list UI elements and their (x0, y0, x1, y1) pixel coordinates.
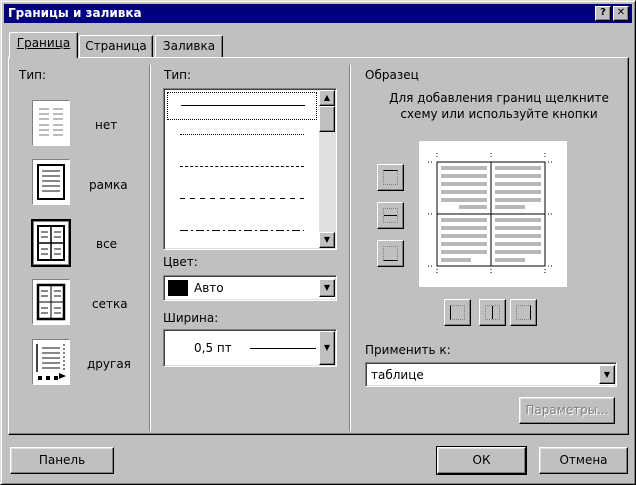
border-top-button[interactable] (377, 164, 404, 191)
line-style-solid (181, 105, 305, 106)
separator-left (149, 65, 151, 431)
arrow-down-icon: ▼ (323, 235, 331, 244)
color-dropdown-button[interactable]: ▼ (319, 279, 335, 297)
border-right-icon (516, 305, 531, 320)
setting-grid-icon[interactable] (32, 279, 70, 325)
preview-heading: Образец (365, 68, 419, 82)
chevron-down-icon: ▼ (323, 343, 331, 352)
line-style-item-selected[interactable] (167, 92, 317, 120)
preview-hint: Для добавления границ щелкните схему или… (389, 91, 609, 121)
scroll-up-button[interactable]: ▲ (319, 90, 335, 106)
help-button[interactable]: ? (595, 6, 611, 21)
tab-page[interactable]: Страница (79, 35, 153, 58)
setting-all-icon[interactable] (31, 219, 71, 267)
tab-shading[interactable]: Заливка (155, 35, 223, 58)
apply-to-dropdown-button[interactable]: ▼ (599, 365, 615, 384)
width-sample-line (250, 348, 316, 349)
style-heading: Тип: (164, 68, 192, 82)
setting-box-label[interactable]: рамка (89, 178, 128, 192)
width-value: 0,5 пт (194, 341, 232, 355)
border-inside-vertical-icon (485, 305, 500, 320)
border-bottom-button[interactable] (377, 240, 404, 267)
close-icon: ✕ (616, 7, 626, 18)
separator-right (349, 65, 351, 431)
color-label: Цвет: (163, 255, 198, 269)
color-value: Авто (194, 281, 224, 295)
line-style-scrollbar[interactable]: ▲ ▼ (319, 90, 335, 248)
setting-box-icon[interactable] (32, 159, 70, 205)
arrow-up-icon: ▲ (323, 93, 331, 102)
tab-border[interactable]: Граница (9, 32, 78, 58)
preview-diagram[interactable] (419, 141, 567, 287)
close-button[interactable]: ✕ (613, 6, 629, 21)
width-label: Ширина: (163, 311, 219, 325)
scroll-thumb[interactable] (319, 106, 335, 132)
borders-shading-dialog: Границы и заливка ? ✕ Граница Страница З… (0, 0, 636, 485)
border-bottom-icon (383, 246, 398, 261)
width-select[interactable]: 0,5 пт ▼ (163, 329, 337, 367)
setting-grid-label[interactable]: сетка (92, 297, 128, 311)
border-inside-horizontal-icon (383, 208, 398, 223)
color-select[interactable]: Авто ▼ (163, 275, 337, 301)
setting-custom-label[interactable]: другая (87, 357, 131, 371)
border-inside-horizontal-button[interactable] (377, 202, 404, 229)
border-right-button[interactable] (510, 299, 537, 326)
setting-none-icon[interactable] (32, 100, 70, 146)
cancel-button[interactable]: Отмена (539, 447, 628, 474)
line-style-list[interactable]: ▲ ▼ (163, 88, 337, 250)
scroll-down-button[interactable]: ▼ (319, 232, 335, 248)
ok-button[interactable]: ОК (436, 446, 527, 475)
border-inside-vertical-button[interactable] (479, 299, 506, 326)
options-button[interactable]: Параметры... (519, 397, 615, 424)
color-swatch (168, 280, 188, 296)
chevron-down-icon: ▼ (323, 283, 331, 292)
border-top-icon (383, 170, 398, 185)
apply-to-value: таблице (371, 368, 424, 382)
chevron-down-icon: ▼ (603, 370, 611, 379)
setting-custom-icon[interactable] (32, 339, 70, 385)
tab-page-label: Страница (85, 39, 147, 53)
line-style-dotted[interactable] (180, 134, 304, 135)
border-left-icon (450, 305, 465, 320)
apply-to-select[interactable]: таблице ▼ (365, 362, 617, 387)
setting-heading: Тип: (19, 68, 47, 82)
title-bar: Границы и заливка ? ✕ (4, 4, 632, 23)
line-style-dashed-fine[interactable] (180, 166, 304, 167)
apply-to-label: Применить к: (365, 343, 451, 357)
tab-shading-label: Заливка (162, 39, 216, 53)
border-left-button[interactable] (444, 299, 471, 326)
line-style-dashed[interactable] (180, 198, 304, 199)
window-title: Границы и заливка (8, 6, 142, 20)
tab-border-label: Граница (16, 36, 71, 50)
toolbar-button[interactable]: Панель (10, 447, 114, 474)
setting-all-label[interactable]: все (96, 237, 117, 251)
width-dropdown-button[interactable]: ▼ (319, 331, 335, 365)
line-style-dash-dot[interactable] (180, 230, 304, 231)
setting-none-label[interactable]: нет (95, 118, 117, 132)
